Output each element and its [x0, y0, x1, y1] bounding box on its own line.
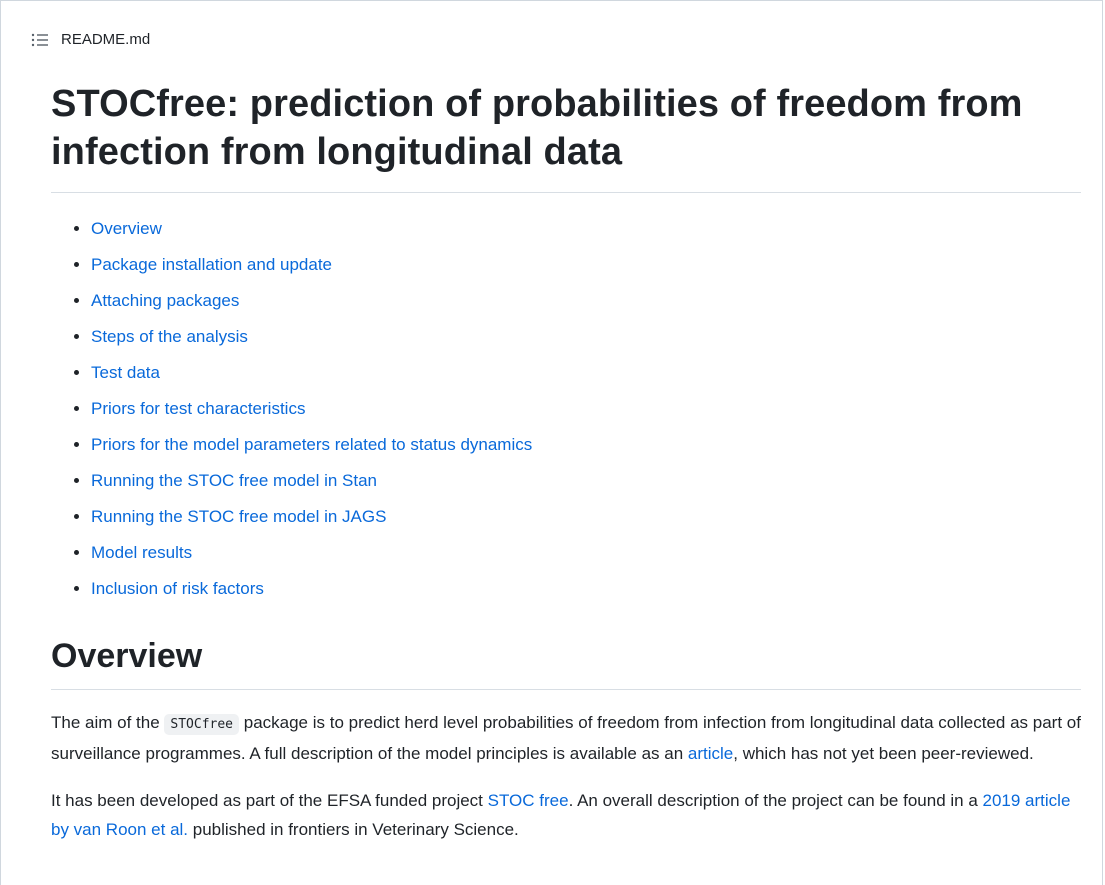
toc-link-running-jags[interactable]: Running the STOC free model in JAGS [91, 507, 386, 526]
toc-item: Running the STOC free model in Stan [91, 463, 1081, 499]
paragraph-text: published in frontiers in Veterinary Sci… [188, 820, 519, 839]
article-link[interactable]: article [688, 744, 733, 763]
toc-link-package-installation[interactable]: Package installation and update [91, 255, 332, 274]
table-of-contents: Overview Package installation and update… [51, 211, 1081, 607]
stoc-free-project-link[interactable]: STOC free [488, 791, 569, 810]
paragraph-text: . An overall description of the project … [568, 791, 983, 810]
toc-item: Test data [91, 355, 1081, 391]
readme-title: STOCfree: prediction of probabilities of… [51, 76, 1081, 193]
toc-link-priors-model-parameters[interactable]: Priors for the model parameters related … [91, 435, 532, 454]
toc-link-model-results[interactable]: Model results [91, 543, 192, 562]
file-header-row: README.md [31, 31, 150, 48]
paragraph-text: The aim of the [51, 713, 165, 732]
inline-code: STOCfree [164, 714, 240, 735]
file-name: README.md [61, 31, 151, 48]
toc-item: Overview [91, 211, 1081, 247]
toc-item: Priors for test characteristics [91, 391, 1081, 427]
overview-heading: Overview [51, 635, 1081, 690]
toc-link-attaching-packages[interactable]: Attaching packages [91, 291, 239, 310]
toc-item: Model results [91, 535, 1081, 571]
toc-link-risk-factors[interactable]: Inclusion of risk factors [91, 579, 264, 598]
file-header: README.md [0, 0, 1103, 76]
paragraph-text: , which has not yet been peer-reviewed. [733, 744, 1034, 763]
toc-item: Running the STOC free model in JAGS [91, 499, 1081, 535]
toc-link-running-stan[interactable]: Running the STOC free model in Stan [91, 471, 377, 490]
toc-link-steps-of-analysis[interactable]: Steps of the analysis [91, 327, 248, 346]
toc-item: Package installation and update [91, 247, 1081, 283]
toc-link-overview[interactable]: Overview [91, 219, 162, 238]
toc-item: Inclusion of risk factors [91, 571, 1081, 607]
toc-link-priors-test-characteristics[interactable]: Priors for test characteristics [91, 399, 305, 418]
toc-item: Attaching packages [91, 283, 1081, 319]
toc-link-test-data[interactable]: Test data [91, 363, 160, 382]
toc-item: Steps of the analysis [91, 319, 1081, 355]
overview-paragraph-1: The aim of the STOCfree package is to pr… [51, 708, 1081, 768]
readme-content: STOCfree: prediction of probabilities of… [51, 76, 1081, 844]
toc-item: Priors for the model parameters related … [91, 427, 1081, 463]
list-toc-icon[interactable] [31, 32, 49, 48]
paragraph-text: It has been developed as part of the EFS… [51, 791, 488, 810]
overview-paragraph-2: It has been developed as part of the EFS… [51, 786, 1081, 844]
